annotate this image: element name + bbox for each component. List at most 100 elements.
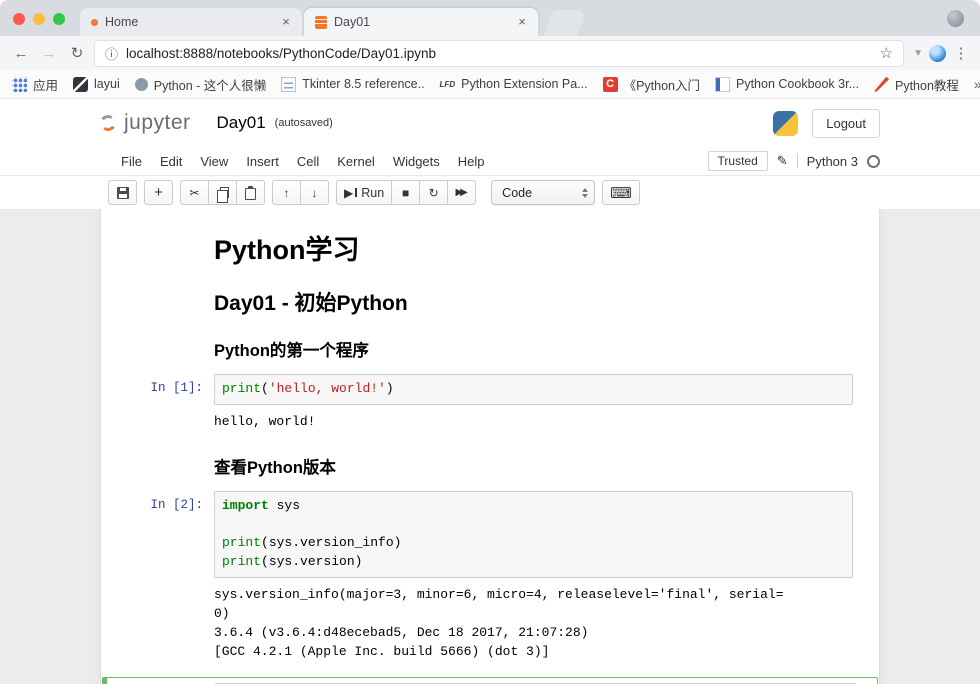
- restart-kernel-button[interactable]: ↻: [419, 180, 448, 205]
- blank-code-line: [222, 516, 845, 535]
- markdown-cell[interactable]: Python学习: [101, 222, 879, 277]
- markdown-cell[interactable]: 查看Python版本: [101, 438, 879, 486]
- menu-view[interactable]: View: [191, 154, 237, 169]
- add-cell-button[interactable]: +: [144, 180, 173, 205]
- tab-strip: Home × Day01 ×: [0, 0, 980, 36]
- c-favicon-icon: C: [603, 77, 618, 92]
- plus-icon: +: [154, 185, 163, 200]
- output-area-1: hello, world!: [101, 410, 879, 438]
- new-tab-button[interactable]: [544, 10, 586, 36]
- menu-edit[interactable]: Edit: [151, 154, 191, 169]
- copy-icon: [220, 187, 229, 198]
- code-input[interactable]: import sys print(sys.version_info) print…: [214, 491, 853, 578]
- copy-cell-button[interactable]: [208, 180, 237, 205]
- tab-home[interactable]: Home ×: [80, 8, 302, 36]
- jupyter-logo[interactable]: jupyter: [100, 111, 191, 135]
- bookmark-python-extension[interactable]: LFD Python Extension Pa...: [440, 77, 588, 92]
- markdown-cell[interactable]: Day01 - 初始Python: [101, 277, 879, 325]
- menu-kernel[interactable]: Kernel: [328, 154, 384, 169]
- menu-help[interactable]: Help: [449, 154, 494, 169]
- input-prompt: In [2]:: [101, 491, 214, 578]
- select-arrows-icon: [582, 188, 588, 198]
- bookmark-python-tutorial[interactable]: Python教程: [874, 75, 959, 94]
- paste-icon: [245, 188, 256, 200]
- profile-icon[interactable]: [947, 10, 964, 27]
- code-token: sys: [269, 498, 300, 513]
- markdown-cell[interactable]: Python的第一个程序: [101, 325, 879, 369]
- menu-cell[interactable]: Cell: [288, 154, 328, 169]
- save-button[interactable]: [108, 180, 137, 205]
- bookmark-star-icon[interactable]: ☆: [880, 44, 893, 62]
- menu-insert[interactable]: Insert: [237, 154, 288, 169]
- bookmark-apps[interactable]: 应用: [12, 75, 58, 94]
- code-token: print: [222, 535, 261, 550]
- arrow-down-icon: ↓: [312, 186, 318, 200]
- bookmark-tkinter[interactable]: Tkinter 8.5 reference..: [281, 77, 424, 92]
- command-palette-button[interactable]: ⌨: [602, 180, 640, 205]
- code-token: (sys.version_info): [261, 535, 401, 550]
- menu-widgets[interactable]: Widgets: [384, 154, 449, 169]
- code-token: 'hello, world!': [269, 381, 386, 396]
- page-info-icon[interactable]: ⓘ: [105, 44, 118, 63]
- bookmark-label: Python Extension Pa...: [461, 77, 587, 91]
- forward-icon[interactable]: →: [38, 45, 60, 62]
- browser-menu-icon[interactable]: ⋮: [952, 44, 970, 62]
- cell-type-value: Code: [502, 186, 532, 200]
- close-window-button[interactable]: [13, 13, 25, 25]
- kernel-status-icon: [867, 155, 880, 168]
- bookmark-python-blog[interactable]: Python - 这个人很懒: [135, 75, 267, 94]
- output-text: hello, world!: [214, 413, 853, 432]
- move-cell-up-button[interactable]: ↑: [272, 180, 301, 205]
- run-bar-icon: [355, 188, 357, 197]
- omnibox[interactable]: ⓘ localhost:8888/notebooks/PythonCode/Da…: [94, 40, 904, 67]
- apps-grid-icon: [12, 77, 27, 92]
- restart-run-all-button[interactable]: ▶▶: [447, 180, 476, 205]
- arrow-up-icon: ↑: [284, 186, 290, 200]
- fast-forward-icon: ▶▶: [455, 187, 467, 198]
- notebook-title[interactable]: Day01: [217, 113, 266, 133]
- code-input[interactable]: print('hello, world!'): [214, 374, 853, 405]
- code-token: (: [261, 381, 269, 396]
- back-icon[interactable]: ←: [10, 45, 32, 62]
- tab-close-icon[interactable]: ×: [514, 14, 530, 30]
- tab-title: Home: [105, 15, 271, 29]
- output-text: sys.version_info(major=3, minor=6, micro…: [214, 586, 853, 661]
- run-cell-button[interactable]: ▶ Run: [336, 180, 392, 205]
- paste-cell-button[interactable]: [236, 180, 265, 205]
- traffic-lights: [13, 13, 65, 25]
- stop-icon: ■: [402, 186, 409, 200]
- tab-close-icon[interactable]: ×: [278, 14, 294, 30]
- prompt-spacer: [101, 454, 214, 478]
- zoom-window-button[interactable]: [53, 13, 65, 25]
- trusted-badge[interactable]: Trusted: [708, 151, 768, 171]
- url-text[interactable]: localhost:8888/notebooks/PythonCode/Day0…: [126, 46, 872, 61]
- menu-file[interactable]: File: [112, 154, 151, 169]
- bookmark-cookbook[interactable]: Python Cookbook 3r...: [715, 77, 859, 92]
- code-cell-3-selected[interactable]: In [ ]:: [102, 677, 878, 684]
- output-area-2: sys.version_info(major=3, minor=6, micro…: [101, 583, 879, 667]
- heading-2: Day01 - 初始Python: [214, 287, 853, 317]
- reload-icon[interactable]: ↻: [66, 44, 88, 62]
- bookmarks-overflow-icon[interactable]: »: [974, 76, 980, 92]
- cut-cell-button[interactable]: ✂: [180, 180, 209, 205]
- logout-button[interactable]: Logout: [812, 109, 880, 138]
- move-cell-down-button[interactable]: ↓: [300, 180, 329, 205]
- layui-favicon-icon: [73, 77, 88, 92]
- bookmark-label: 《Python入门: [624, 75, 700, 94]
- cell-type-dropdown[interactable]: Code: [491, 180, 595, 205]
- bookmark-python-intro[interactable]: C 《Python入门: [603, 75, 700, 94]
- bookmark-layui[interactable]: layui: [73, 77, 120, 92]
- notebook-favicon-icon: [315, 16, 327, 29]
- tab-day01[interactable]: Day01 ×: [304, 8, 538, 36]
- interrupt-kernel-button[interactable]: ■: [391, 180, 420, 205]
- blog-favicon-icon: [135, 78, 148, 91]
- prompt-spacer: [101, 413, 214, 432]
- bookmark-label: Python Cookbook 3r...: [736, 77, 859, 91]
- extension-dropdown-icon[interactable]: ▼: [913, 48, 923, 59]
- prompt-spacer: [101, 287, 214, 317]
- doc-favicon-icon: [281, 77, 296, 92]
- lfd-favicon-icon: LFD: [440, 77, 456, 92]
- autosave-status: (autosaved): [275, 117, 333, 129]
- minimize-window-button[interactable]: [33, 13, 45, 25]
- extension-globe-icon[interactable]: [929, 45, 946, 62]
